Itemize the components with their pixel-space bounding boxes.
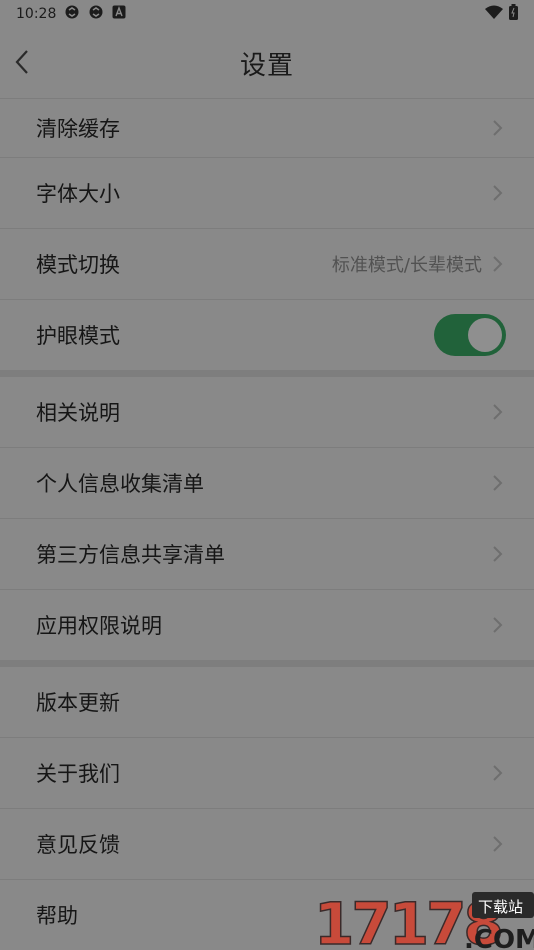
eye-care-toggle[interactable] [434, 314, 506, 356]
chevron-right-icon [493, 475, 503, 491]
chevron-right-icon [493, 836, 503, 852]
svg-text:下载站: 下载站 [478, 898, 523, 916]
battery-icon [509, 4, 518, 24]
settings-item-label: 个人信息收集清单 [36, 472, 204, 496]
settings-item-label: 第三方信息共享清单 [36, 543, 225, 567]
settings-item-third-party-sharing[interactable]: 第三方信息共享清单 [0, 519, 534, 589]
settings-item-eye-care: 护眼模式 [0, 300, 534, 370]
page-title: 设置 [239, 50, 294, 81]
toggle-knob [468, 318, 502, 352]
chevron-right-icon [493, 617, 503, 633]
settings-item-related-info[interactable]: 相关说明 [0, 377, 534, 447]
status-right [485, 4, 518, 24]
chevron-right-icon [493, 185, 503, 201]
settings-list: 清除缓存 字体大小 模式切换 标准模式/长辈模式 护眼模式 相关说明 个人信息收… [0, 98, 534, 950]
settings-item-label: 应用权限说明 [36, 614, 162, 638]
settings-item-about-us[interactable]: 关于我们 [0, 738, 534, 808]
settings-item-app-permissions[interactable]: 应用权限说明 [0, 590, 534, 660]
settings-item-version-update[interactable]: 版本更新 [0, 667, 534, 737]
settings-item-feedback[interactable]: 意见反馈 [0, 809, 534, 879]
section-divider [0, 370, 534, 377]
settings-screen: 10:28 设置 清除缓存 字体大小 模式切换 标准模式/长辈模式 护眼模式 相… [0, 0, 534, 950]
back-button[interactable] [12, 48, 36, 76]
a-box-icon [112, 5, 126, 23]
chevron-right-icon [493, 256, 503, 272]
chevron-left-icon [15, 50, 28, 74]
settings-item-label: 版本更新 [36, 691, 120, 715]
settings-item-personal-info-list[interactable]: 个人信息收集清单 [0, 448, 534, 518]
chevron-right-icon [493, 404, 503, 420]
chevron-right-icon [493, 120, 503, 136]
sync-icon [64, 4, 80, 24]
sync-icon [88, 4, 104, 24]
chevron-right-icon [493, 546, 503, 562]
status-bar: 10:28 [0, 0, 534, 28]
settings-item-font-size[interactable]: 字体大小 [0, 158, 534, 228]
settings-item-label: 意见反馈 [36, 833, 120, 857]
watermark-logo: 17178 下载站 .COM [312, 886, 534, 950]
settings-item-label: 关于我们 [36, 762, 120, 786]
settings-item-clear-cache[interactable]: 清除缓存 [0, 99, 534, 157]
svg-text:.COM: .COM [464, 925, 534, 950]
settings-item-label: 护眼模式 [36, 324, 120, 348]
mode-value: 标准模式/长辈模式 [331, 255, 482, 276]
status-time: 10:28 [16, 6, 57, 22]
header: 设置 [0, 28, 534, 98]
settings-item-mode-switch[interactable]: 模式切换 标准模式/长辈模式 [0, 229, 534, 299]
chevron-right-icon [493, 765, 503, 781]
settings-item-label: 字体大小 [36, 182, 120, 206]
settings-item-label: 清除缓存 [36, 117, 120, 141]
settings-item-label: 模式切换 [36, 253, 120, 277]
section-divider [0, 660, 534, 667]
wifi-icon [485, 5, 503, 23]
settings-item-label: 帮助 [36, 904, 78, 928]
settings-item-label: 相关说明 [36, 401, 120, 425]
